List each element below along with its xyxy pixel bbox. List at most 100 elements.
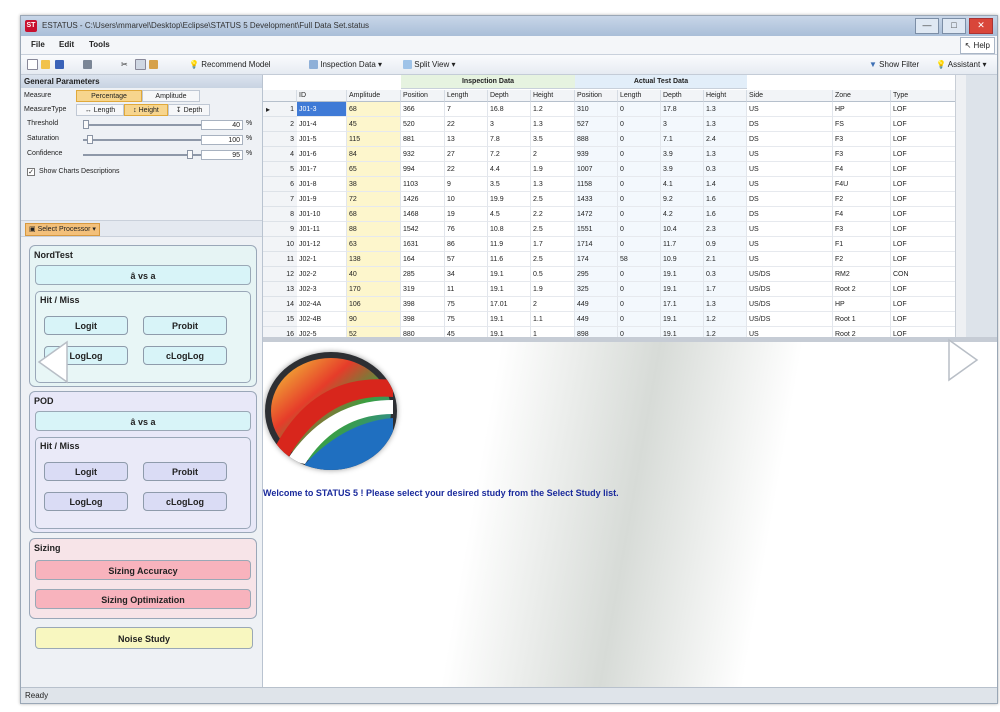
table-cell-insp-height[interactable]: 2.2	[531, 207, 575, 222]
column-header-amplitude[interactable]: Amplitude	[347, 90, 401, 102]
saturation-input[interactable]: 100	[201, 135, 243, 145]
table-cell-insp-position[interactable]: 520	[401, 117, 445, 132]
table-cell-type[interactable]: LOF	[891, 177, 955, 192]
table-cell-id[interactable]: J01-3	[297, 102, 347, 117]
sizing-optimization-button[interactable]: Sizing Optimization	[35, 589, 251, 609]
table-cell-actual-length[interactable]: 0	[618, 117, 661, 132]
row-number[interactable]: 10	[263, 237, 297, 252]
save-icon[interactable]	[55, 58, 64, 71]
pod-ahat-button[interactable]: â vs a	[35, 411, 251, 431]
show-filter-button[interactable]: ▼ Show Filter	[869, 58, 919, 71]
maximize-button[interactable]: □	[942, 18, 966, 34]
table-cell-insp-position[interactable]: 1542	[401, 222, 445, 237]
table-cell-insp-height[interactable]: 2	[531, 297, 575, 312]
table-cell-actual-length[interactable]: 0	[618, 237, 661, 252]
table-cell-insp-height[interactable]: 1.2	[531, 102, 575, 117]
table-cell-insp-length[interactable]: 10	[445, 192, 488, 207]
table-cell-zone[interactable]: HP	[833, 297, 891, 312]
table-cell-id[interactable]: J01-11	[297, 222, 347, 237]
table-cell-amplitude[interactable]: 115	[347, 132, 401, 147]
table-cell-insp-depth[interactable]: 17.01	[488, 297, 531, 312]
table-cell-insp-height[interactable]: 2	[531, 147, 575, 162]
table-cell-actual-length[interactable]: 0	[618, 192, 661, 207]
table-cell-zone[interactable]: Root 1	[833, 312, 891, 327]
table-cell-actual-length[interactable]: 0	[618, 147, 661, 162]
table-cell-type[interactable]: LOF	[891, 132, 955, 147]
table-cell-side[interactable]: US	[747, 237, 833, 252]
nordtest-probit-button[interactable]: Probit	[143, 316, 227, 335]
table-cell-actual-depth[interactable]: 4.1	[661, 177, 704, 192]
table-cell-actual-height[interactable]: 1.3	[704, 297, 747, 312]
table-cell-actual-position[interactable]: 888	[575, 132, 618, 147]
table-cell-side[interactable]: US	[747, 177, 833, 192]
table-cell-actual-position[interactable]: 325	[575, 282, 618, 297]
table-cell-side[interactable]: US	[747, 102, 833, 117]
table-cell-side[interactable]: US	[747, 327, 833, 337]
table-cell-actual-length[interactable]: 0	[618, 297, 661, 312]
table-cell-insp-height[interactable]: 1	[531, 327, 575, 337]
table-cell-insp-depth[interactable]: 10.8	[488, 222, 531, 237]
table-cell-actual-position[interactable]: 527	[575, 117, 618, 132]
table-cell-actual-depth[interactable]: 4.2	[661, 207, 704, 222]
measure-percentage-option[interactable]: Percentage	[76, 90, 142, 102]
table-cell-zone[interactable]: F4	[833, 207, 891, 222]
table-cell-zone[interactable]: Root 2	[833, 327, 891, 337]
table-cell-type[interactable]: LOF	[891, 102, 955, 117]
table-cell-type[interactable]: LOF	[891, 327, 955, 337]
table-cell-side[interactable]: DS	[747, 192, 833, 207]
row-number[interactable]: 3	[263, 132, 297, 147]
row-number[interactable]: 15	[263, 312, 297, 327]
table-cell-actual-depth[interactable]: 19.1	[661, 312, 704, 327]
table-cell-insp-length[interactable]: 27	[445, 147, 488, 162]
table-cell-type[interactable]: LOF	[891, 312, 955, 327]
table-cell-insp-height[interactable]: 1.3	[531, 117, 575, 132]
threshold-input[interactable]: 40	[201, 120, 243, 130]
column-header-side[interactable]: Side	[747, 90, 833, 102]
measure-type-height-option[interactable]: ↕ Height	[124, 104, 168, 116]
table-cell-insp-position[interactable]: 164	[401, 252, 445, 267]
menu-file[interactable]: File	[31, 40, 45, 49]
measure-type-length-option[interactable]: ↔ Length	[76, 104, 124, 116]
table-cell-insp-position[interactable]: 398	[401, 297, 445, 312]
table-cell-type[interactable]: LOF	[891, 117, 955, 132]
table-cell-id[interactable]: J02-3	[297, 282, 347, 297]
table-cell-insp-depth[interactable]: 19.1	[488, 312, 531, 327]
table-cell-amplitude[interactable]: 170	[347, 282, 401, 297]
table-cell-actual-position[interactable]: 1472	[575, 207, 618, 222]
saturation-slider[interactable]	[83, 139, 201, 141]
row-number[interactable]: 6	[263, 177, 297, 192]
threshold-slider[interactable]	[83, 124, 201, 126]
column-header-insp-length[interactable]: Length	[445, 90, 488, 102]
table-cell-type[interactable]: CON	[891, 267, 955, 282]
table-cell-insp-position[interactable]: 932	[401, 147, 445, 162]
table-cell-insp-height[interactable]: 0.5	[531, 267, 575, 282]
table-cell-actual-height[interactable]: 2.4	[704, 132, 747, 147]
table-cell-insp-depth[interactable]: 11.6	[488, 252, 531, 267]
chevron-right-icon[interactable]	[947, 338, 981, 382]
table-cell-type[interactable]: LOF	[891, 207, 955, 222]
table-cell-insp-height[interactable]: 1.3	[531, 177, 575, 192]
help-button[interactable]: ↖ Help	[959, 37, 995, 54]
show-charts-checkbox[interactable]: ✓	[27, 168, 35, 176]
table-cell-actual-length[interactable]: 0	[618, 177, 661, 192]
table-cell-insp-length[interactable]: 75	[445, 312, 488, 327]
table-cell-insp-depth[interactable]: 19.1	[488, 282, 531, 297]
table-cell-insp-length[interactable]: 7	[445, 102, 488, 117]
table-cell-insp-length[interactable]: 86	[445, 237, 488, 252]
grid-vertical-scrollbar[interactable]	[955, 75, 966, 337]
assistant-button[interactable]: 💡 Assistant ▾	[936, 58, 986, 71]
table-cell-actual-position[interactable]: 1714	[575, 237, 618, 252]
table-cell-insp-depth[interactable]: 4.5	[488, 207, 531, 222]
table-cell-type[interactable]: LOF	[891, 237, 955, 252]
table-cell-id[interactable]: J01-10	[297, 207, 347, 222]
table-cell-actual-height[interactable]: 1.3	[704, 147, 747, 162]
table-cell-actual-depth[interactable]: 10.9	[661, 252, 704, 267]
row-number[interactable]: 11	[263, 252, 297, 267]
table-cell-actual-height[interactable]: 1.2	[704, 327, 747, 337]
table-cell-insp-depth[interactable]: 19.9	[488, 192, 531, 207]
saturation-slider-thumb[interactable]	[87, 135, 93, 144]
measure-amplitude-option[interactable]: Amplitude	[142, 90, 200, 102]
table-cell-id[interactable]: J01-9	[297, 192, 347, 207]
table-cell-insp-depth[interactable]: 11.9	[488, 237, 531, 252]
nordtest-ahat-button[interactable]: â vs a	[35, 265, 251, 285]
